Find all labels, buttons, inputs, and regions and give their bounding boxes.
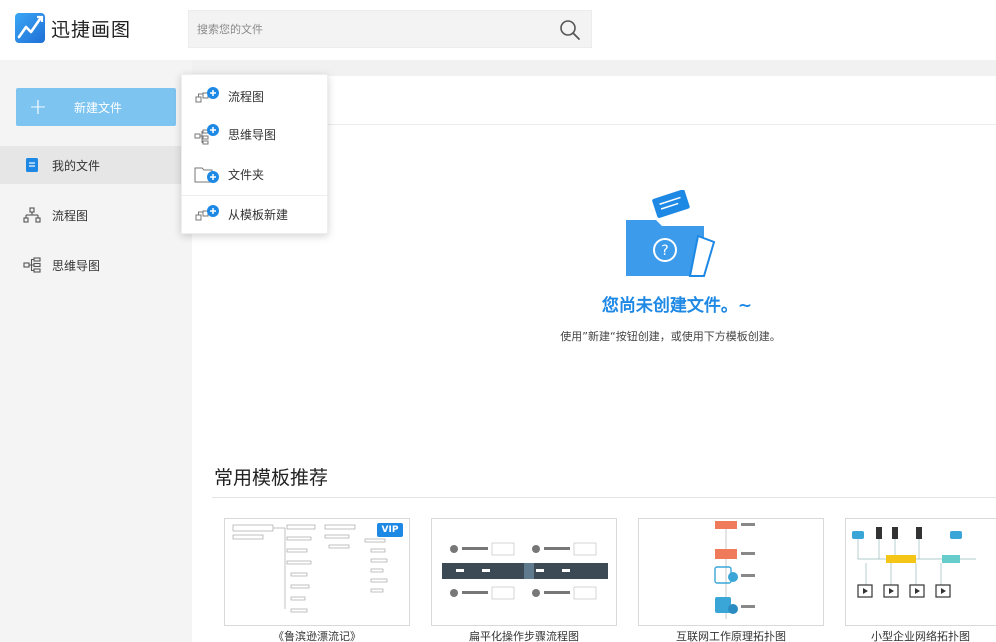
dropdown-item-label: 流程图 bbox=[228, 89, 265, 104]
template-name[interactable]: 互联网工作原理拓扑图 bbox=[638, 628, 824, 642]
mindmap-icon bbox=[22, 256, 42, 274]
search-icon[interactable] bbox=[559, 19, 581, 41]
new-file-label: 新建文件 bbox=[74, 100, 123, 115]
templates-section-title: 常用模板推荐 bbox=[214, 467, 329, 489]
app-header: 迅捷画图 bbox=[0, 0, 996, 60]
dropdown-item-mindmap[interactable]: 思维导图 bbox=[182, 115, 327, 153]
vip-badge: VIP bbox=[377, 523, 403, 537]
template-thumbnail bbox=[714, 521, 755, 619]
dropdown-item-label: 从模板新建 bbox=[228, 207, 289, 222]
dropdown-item-folder[interactable]: 文件夹 bbox=[182, 155, 327, 193]
template-card-2[interactable] bbox=[431, 518, 617, 626]
search-box bbox=[188, 10, 592, 48]
svg-text:?: ? bbox=[661, 243, 668, 259]
sidebar-item-label: 流程图 bbox=[52, 208, 89, 223]
new-file-button[interactable]: + 新建文件 bbox=[16, 88, 176, 126]
template-name[interactable]: 扁平化操作步骤流程图 bbox=[431, 628, 617, 642]
template-card-1[interactable]: VIP bbox=[224, 518, 410, 626]
new-file-dropdown: 流程图 思维导图 文件夹 从模板新建 bbox=[181, 74, 328, 234]
empty-state-title: 您尚未创建文件。~ bbox=[601, 296, 753, 316]
search-input[interactable] bbox=[189, 11, 549, 47]
folder-add-icon bbox=[194, 163, 220, 185]
sidebar-item-my-files[interactable]: 我的文件 bbox=[0, 146, 192, 184]
template-add-icon bbox=[194, 203, 220, 225]
templates-divider bbox=[212, 497, 996, 498]
sidebar-item-mindmap[interactable]: 思维导图 bbox=[0, 246, 192, 284]
plus-icon: + bbox=[28, 94, 48, 120]
template-card-4[interactable] bbox=[845, 518, 996, 626]
flowchart-icon bbox=[22, 206, 42, 224]
file-icon bbox=[22, 156, 42, 174]
dropdown-item-flowchart[interactable]: 流程图 bbox=[182, 77, 327, 115]
dropdown-item-label: 思维导图 bbox=[228, 127, 277, 142]
template-card-3[interactable] bbox=[638, 518, 824, 626]
dropdown-item-label: 文件夹 bbox=[228, 167, 265, 182]
sidebar-item-label: 思维导图 bbox=[52, 258, 101, 273]
empty-state-subtitle: 使用”新建“按钮创建，或使用下方模板创建。 bbox=[560, 330, 781, 343]
template-thumbnail bbox=[442, 542, 608, 600]
mindmap-add-icon bbox=[194, 123, 220, 145]
template-name[interactable]: 《鲁滨逊漂流记》 bbox=[224, 628, 410, 642]
logo-icon bbox=[15, 13, 45, 43]
template-thumbnail bbox=[852, 527, 976, 598]
sidebar-item-flowchart[interactable]: 流程图 bbox=[0, 196, 192, 234]
app-logo[interactable]: 迅捷画图 bbox=[15, 13, 131, 43]
app-name: 迅捷画图 bbox=[51, 18, 132, 41]
empty-folder-icon: ? bbox=[620, 189, 720, 286]
flowchart-add-icon bbox=[194, 85, 220, 107]
sidebar-item-label: 我的文件 bbox=[52, 158, 101, 173]
template-name[interactable]: 小型企业网络拓扑图 bbox=[845, 628, 996, 642]
dropdown-item-from-template[interactable]: 从模板新建 bbox=[182, 195, 327, 233]
